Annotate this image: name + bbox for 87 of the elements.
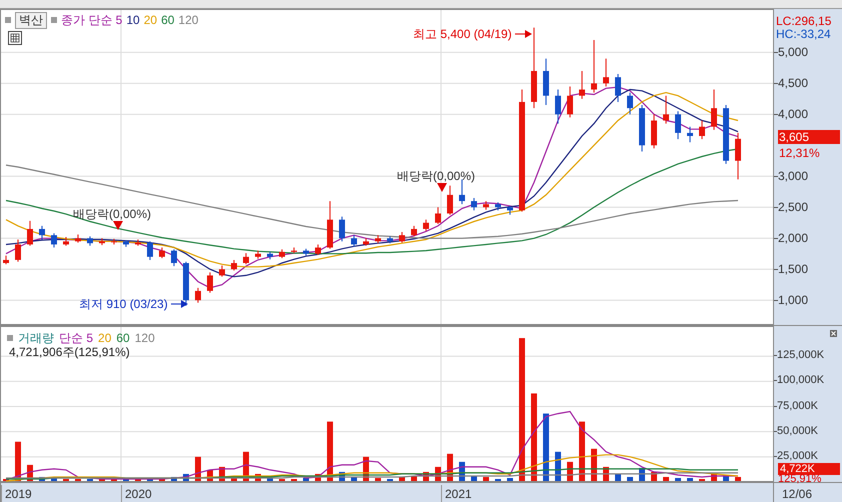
- candlestick: [447, 185, 453, 216]
- axis-tick-label: 1,500: [778, 262, 808, 276]
- hc-value: HC:-33,24: [776, 26, 831, 43]
- axis-tick-label: 2,000: [778, 231, 808, 246]
- candlestick: [51, 232, 57, 248]
- lc-value: LC:296,15: [776, 13, 832, 30]
- legend-label: 20: [98, 330, 112, 347]
- candlestick: [555, 89, 561, 124]
- candlestick: [87, 236, 93, 246]
- candlestick: [195, 287, 201, 304]
- legend-label: 20: [144, 12, 158, 29]
- arrow-right-icon: [170, 299, 189, 309]
- chart-annotation: 배당락(0,00%): [397, 168, 476, 185]
- bar: [531, 393, 537, 482]
- candlestick: [159, 247, 165, 259]
- axis-tick-label: 100,000K: [777, 374, 824, 388]
- axis-tick-label: 50,000K: [777, 424, 818, 438]
- candlestick: [399, 232, 405, 244]
- candlestick: [231, 259, 237, 271]
- candlestick: [591, 39, 597, 94]
- arrow-down-icon: [113, 221, 123, 231]
- axis-tick-label: 4,500: [778, 76, 808, 90]
- grid-icon: [8, 31, 22, 45]
- candlestick: [435, 206, 441, 225]
- legend-label: 120: [178, 12, 198, 29]
- legend-marker-icon: [51, 17, 57, 23]
- candlestick: [15, 238, 21, 262]
- current-volume-badge: 4,722K: [778, 463, 840, 475]
- candlestick: [339, 216, 345, 242]
- candlestick: [579, 70, 585, 100]
- axis-tick-label: 1,000: [778, 293, 808, 308]
- candlestick: [567, 86, 573, 118]
- candlestick: [687, 126, 693, 143]
- current-price-badge: 3,605: [778, 130, 840, 144]
- legend-marker-icon: [7, 335, 13, 341]
- symbol-button[interactable]: 벽산: [15, 12, 47, 28]
- close-icon: [830, 330, 837, 337]
- candlestick: [627, 92, 633, 115]
- candlestick: [219, 265, 225, 278]
- candlestick: [615, 74, 621, 102]
- candlestick: [351, 234, 357, 248]
- volume-summary: 4,721,906주(125,91%): [9, 344, 130, 361]
- axis-tick-label: 5,000: [778, 45, 808, 60]
- axis-tick-label: 2,500: [778, 200, 808, 214]
- candlestick: [147, 240, 153, 260]
- legend-label: 60: [161, 12, 174, 29]
- candlestick: [243, 252, 249, 265]
- legend-label: 단순 5: [59, 330, 94, 347]
- candlestick: [315, 244, 321, 256]
- date-label: 2019: [1, 485, 32, 502]
- arrow-down-icon: [437, 183, 447, 193]
- legend-marker-icon: [5, 17, 11, 23]
- candlestick: [423, 219, 429, 232]
- chart-annotation: 배당락(0,00%): [73, 206, 152, 223]
- candlestick: [699, 120, 705, 140]
- axis-tick-label: 75,000K: [777, 400, 818, 413]
- candlestick: [411, 225, 417, 237]
- bar: [519, 338, 525, 482]
- legend-label: 60: [116, 330, 130, 347]
- axis-tick-label: 3,000: [778, 169, 808, 184]
- current-volume-ratio: 125,91%: [778, 475, 822, 483]
- legend-label: 10: [126, 12, 140, 29]
- legend-label: 거래량: [18, 330, 54, 347]
- axis-tick-label: 25,000K: [777, 450, 818, 463]
- candlestick: [735, 132, 741, 180]
- candlestick: [663, 95, 669, 124]
- legend-label: 종가 단순 5: [61, 12, 122, 29]
- chart-annotation: 최저 910 (03/23): [79, 296, 168, 313]
- candlestick: [39, 225, 45, 240]
- arrow-right-icon: [514, 29, 533, 39]
- legend-label: 120: [134, 330, 155, 347]
- candlestick: [27, 220, 33, 246]
- chart-annotation: 최고 5,400 (04/19): [413, 26, 512, 43]
- date-label: 2020: [121, 485, 152, 502]
- current-change: 12,31%: [779, 145, 820, 162]
- axis-tick-label: 125,000K: [777, 349, 824, 362]
- date-label: 2021: [441, 485, 472, 502]
- bar: [543, 414, 549, 482]
- bar: [327, 422, 333, 482]
- candlestick: [471, 197, 477, 211]
- candlestick: [207, 272, 213, 294]
- candlestick: [711, 89, 717, 130]
- axis-tick-label: 4,000: [778, 107, 808, 122]
- candlestick: [675, 110, 681, 140]
- candlestick: [603, 58, 609, 87]
- candlestick: [171, 248, 177, 267]
- date-label: 12/06: [782, 486, 812, 502]
